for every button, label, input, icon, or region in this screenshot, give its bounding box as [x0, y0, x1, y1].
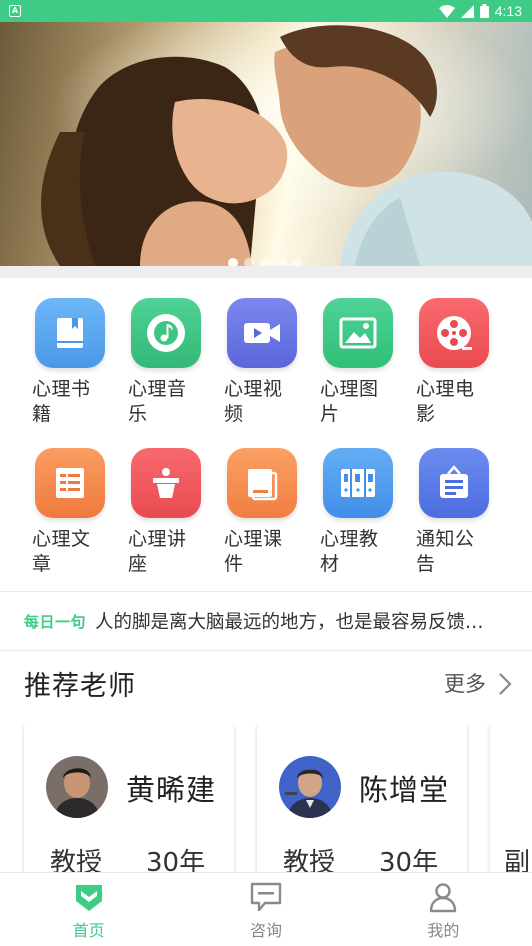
category-label: 心理图片 — [320, 378, 379, 425]
category-label: 心理讲座 — [128, 528, 187, 575]
category-psych-articles[interactable]: 心理文章 — [22, 448, 118, 598]
battery-icon — [479, 4, 489, 18]
category-psych-courseware[interactable]: 心理课件 — [214, 448, 310, 598]
cell-signal-icon — [460, 4, 474, 18]
category-psych-pictures[interactable]: 心理图片 — [310, 298, 406, 448]
divider — [0, 650, 532, 651]
teacher-title: 副 — [504, 848, 531, 874]
tab-mine[interactable]: 我的 — [355, 873, 532, 946]
teacher-name: 陈增堂 — [359, 773, 450, 807]
category-label: 心理教材 — [320, 528, 379, 575]
film-reel-icon — [437, 316, 472, 350]
category-label: 心理视频 — [224, 378, 283, 425]
carousel-indicator — [228, 258, 302, 266]
category-label: 心理书籍 — [32, 378, 91, 425]
clock: 4:13 — [494, 3, 522, 19]
music-disc-icon — [147, 314, 185, 352]
video-camera-icon — [244, 323, 280, 343]
teacher-card[interactable]: 陈增堂 教授 30年 — [257, 724, 467, 874]
home-shield-icon — [75, 885, 102, 911]
status-bar: A 4:13 — [0, 0, 532, 22]
category-psych-films[interactable]: 心理电影 — [406, 298, 502, 448]
carousel-dot[interactable] — [292, 258, 302, 266]
chat-bubble-icon — [250, 882, 282, 912]
article-icon — [56, 468, 84, 498]
textbooks-icon — [341, 469, 375, 497]
category-psych-books[interactable]: 心理书籍 — [22, 298, 118, 448]
picture-icon — [339, 317, 377, 349]
teacher-title: 教授 — [283, 848, 336, 874]
carousel-dot[interactable] — [244, 258, 254, 266]
lecture-podium-icon — [153, 468, 179, 498]
carousel-dot[interactable] — [260, 258, 270, 266]
carousel-dot[interactable] — [276, 258, 286, 266]
category-psych-textbooks[interactable]: 心理教材 — [310, 448, 406, 598]
category-grid: 心理书籍 心理音乐 心理视频 心理图片 心理电影 心理文章 心理讲座 心理课件 … — [22, 298, 510, 598]
avatar — [279, 756, 341, 818]
teacher-name: 黄晞建 — [126, 773, 217, 807]
category-label: 心理文章 — [32, 528, 91, 575]
category-psych-lectures[interactable]: 心理讲座 — [118, 448, 214, 598]
tab-consult[interactable]: 咨询 — [177, 873, 354, 946]
chevron-right-icon[interactable] — [498, 672, 512, 696]
daily-quote-text: 人的脚是离大脑最远的地方，也是最容易反馈身体健康状况的地方 — [95, 612, 499, 633]
courseware-icon — [248, 469, 278, 501]
app-notification-icon: A — [9, 5, 21, 17]
recommend-header: 推荐老师 更多 — [0, 658, 532, 710]
category-notices[interactable]: 通知公告 — [406, 448, 502, 598]
daily-quote[interactable]: 每日一句 人的脚是离大脑最远的地方，也是最容易反馈身体健康状况的地方 — [0, 592, 532, 650]
teacher-experience: 30年 — [146, 848, 206, 874]
category-label: 通知公告 — [416, 528, 475, 575]
teacher-title: 教授 — [50, 848, 103, 874]
notice-board-icon — [440, 465, 468, 498]
teacher-list[interactable]: 黄晞建 教授 30年 陈增堂 教授 30年 副 — [0, 724, 532, 874]
tab-label: 咨询 — [249, 921, 282, 940]
category-psych-videos[interactable]: 心理视频 — [214, 298, 310, 448]
wifi-icon — [438, 4, 455, 18]
category-label: 心理电影 — [416, 378, 475, 425]
tab-home[interactable]: 首页 — [0, 873, 177, 946]
avatar — [46, 756, 108, 818]
banner-photo — [0, 22, 532, 266]
category-label: 心理音乐 — [128, 378, 187, 425]
teacher-experience: 30年 — [379, 848, 439, 874]
daily-quote-tag: 每日一句 — [24, 612, 87, 631]
section-title: 推荐老师 — [24, 671, 136, 702]
carousel-dot[interactable] — [228, 258, 238, 266]
category-label: 心理课件 — [224, 528, 283, 575]
user-icon — [430, 883, 457, 913]
tab-label: 我的 — [427, 921, 460, 940]
more-link[interactable]: 更多 — [444, 668, 486, 698]
tab-label: 首页 — [72, 921, 105, 940]
category-psych-music[interactable]: 心理音乐 — [118, 298, 214, 448]
book-icon — [57, 318, 83, 348]
teacher-card[interactable]: 副 — [490, 724, 532, 874]
bottom-navigation: 首页 咨询 我的 — [0, 872, 532, 946]
teacher-card[interactable]: 黄晞建 教授 30年 — [24, 724, 234, 874]
section-divider — [0, 266, 532, 278]
banner-carousel[interactable] — [0, 22, 532, 266]
